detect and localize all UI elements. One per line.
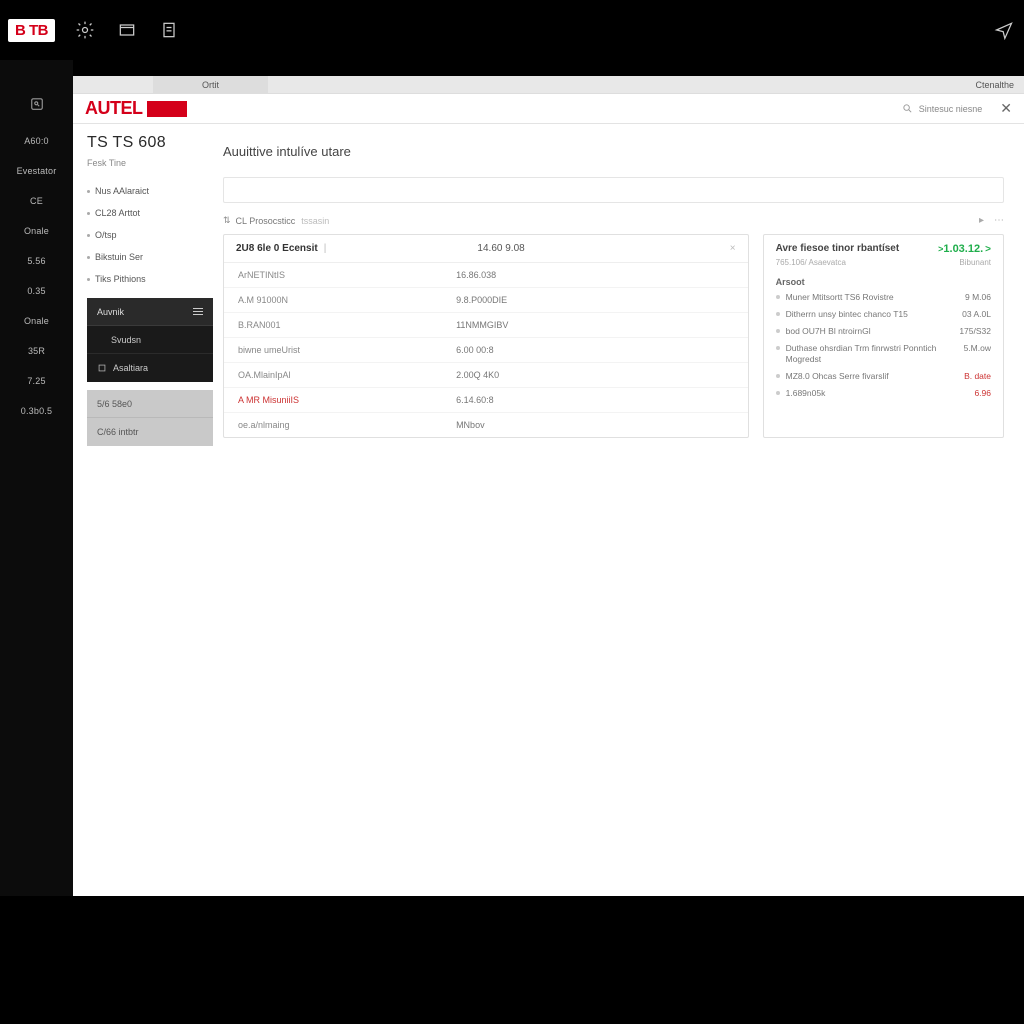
sidebar-item[interactable]: 7.25 [27, 376, 45, 386]
menu-icon[interactable] [193, 308, 203, 315]
sidebar-item[interactable]: Onale [24, 226, 49, 236]
brand-logo[interactable]: AUTEL [85, 98, 143, 119]
detail-panel: >1.03.12.> Avre fiesoe tinor rbantíset 7… [763, 234, 1004, 438]
secondary-nav: TS TS 608 Fesk Tine Nus AAlaraict CL28 A… [73, 124, 213, 896]
list-item[interactable]: MZ8.0 Ohcas Serre fivarslifB. date [764, 368, 1003, 385]
panel-value: 14.60 9.08 [477, 243, 524, 254]
panel-close-icon[interactable]: × [730, 243, 736, 254]
list-item[interactable]: Ditherrn unsy bintec chanco T1503 A.0L [764, 306, 1003, 323]
brand-accent [147, 101, 187, 117]
nav-item[interactable]: Nus AAlaraict [87, 180, 213, 202]
nav-item[interactable]: Bikstuin Ser [87, 246, 213, 268]
sidebar-item[interactable]: 0.3b0.5 [21, 406, 52, 416]
table-row[interactable]: A.M 91000N9.8.P000DIE [224, 288, 748, 313]
page-title: TS TS 608 [87, 134, 213, 152]
app-toolbar: B TB [0, 0, 1024, 60]
document-icon[interactable] [157, 18, 181, 42]
table-row[interactable]: A MR MisuniiIS6.14.60:8 [224, 388, 748, 413]
frame-header: AUTEL Sintesuc niesne ✕ [73, 94, 1024, 124]
filter-icon[interactable]: ⇅ [223, 215, 231, 226]
list-item[interactable]: bod OU7H Bl ntroirnGl175/S32 [764, 323, 1003, 340]
page-subtitle: Fesk Tine [87, 158, 213, 168]
detail-sub: 765.106/ Asaevatca [776, 258, 846, 267]
action-icon[interactable]: ⋯ [994, 215, 1004, 226]
nav-block-item[interactable]: Auvnik [87, 298, 213, 326]
detail-sub: Bibunant [959, 258, 991, 267]
content-title: Auuittive intulíve utare [223, 144, 1004, 159]
table-row[interactable]: ArNETINtIS16.86.038 [224, 263, 748, 288]
window-icon[interactable] [115, 18, 139, 42]
sidebar-item[interactable]: 5.56 [27, 256, 45, 266]
content-search-input[interactable] [223, 177, 1004, 203]
sidebar-item[interactable]: 0.35 [27, 286, 45, 296]
table-row[interactable]: OA.MlainIpAl2.00Q 4K0 [224, 363, 748, 388]
nav-block-item[interactable]: 5/6 58e0 [87, 390, 213, 418]
nav-block-item[interactable]: Svudsn [87, 326, 213, 354]
close-icon[interactable]: ✕ [1000, 100, 1012, 117]
send-icon[interactable] [992, 18, 1016, 42]
sidebar-item[interactable]: Evestator [17, 166, 57, 176]
header-search[interactable]: Sintesuc niesne [902, 103, 983, 114]
nav-block-a2: Svudsn Asaltiara [87, 326, 213, 382]
nav-item[interactable]: O/tsp [87, 224, 213, 246]
search-panel-icon[interactable] [25, 92, 49, 116]
sidebar-item[interactable]: 35R [28, 346, 45, 356]
filter-bar: ⇅ CL Prosocsticc tssasin ▸ ⋯ [223, 215, 1004, 226]
list-item[interactable]: Muner Mtitsortt TS6 Rovistre9 M.06 [764, 289, 1003, 306]
table-row[interactable]: oe.a/nlmaingMNbov [224, 413, 748, 437]
tab-meta: Ctenalthe [975, 80, 1024, 90]
nav-block-item[interactable]: Asaltiara [87, 354, 213, 382]
nav-block-item[interactable]: C/66 intbtr [87, 418, 213, 446]
list-item[interactable]: 1.689n05k6.96 [764, 385, 1003, 402]
primary-sidebar: A60:0 Evestator CE Onale 5.56 0.35 Onale… [0, 60, 73, 896]
tab-strip: ♡ Ortit Ctenalthe [73, 76, 1024, 94]
amount-value: >1.03.12.> [938, 243, 991, 255]
sidebar-item[interactable]: A60:0 [24, 136, 49, 146]
nav-block-a: Auvnik [87, 298, 213, 326]
filter-sublabel: tssasin [301, 216, 329, 226]
content-frame: ♡ Ortit Ctenalthe AUTEL Sintesuc niesne … [73, 76, 1024, 896]
main-content: Auuittive intulíve utare ⇅ CL Prosocstic… [213, 124, 1024, 896]
panel-title: 2U8 6le 0 Ecensit [236, 243, 318, 254]
active-tab[interactable]: Ortit [153, 76, 268, 94]
nav-item[interactable]: CL28 Arttot [87, 202, 213, 224]
nav-item[interactable]: Tiks Pithions [87, 268, 213, 290]
table-row[interactable]: B.RAN00111NMMGIBV [224, 313, 748, 338]
filter-label[interactable]: CL Prosocsticc [236, 216, 296, 226]
list-item[interactable]: Duthase ohsrdian Trm finrwstri Ponntich … [764, 340, 1003, 368]
summary-panel: 2U8 6le 0 Ecensit | 14.60 9.08 × ArNETIN… [223, 234, 749, 438]
search-label: Sintesuc niesne [919, 104, 983, 114]
gear-icon[interactable] [73, 18, 97, 42]
action-icon[interactable]: ▸ [979, 215, 984, 226]
sidebar-item[interactable]: Onale [24, 316, 49, 326]
app-logo[interactable]: B TB [8, 19, 55, 42]
table-row[interactable]: biwne umeUrist6.00 00:8 [224, 338, 748, 363]
detail-section: Arsoot [764, 273, 1003, 289]
nav-block-b: 5/6 58e0 C/66 intbtr [87, 390, 213, 446]
sidebar-item[interactable]: CE [30, 196, 43, 206]
